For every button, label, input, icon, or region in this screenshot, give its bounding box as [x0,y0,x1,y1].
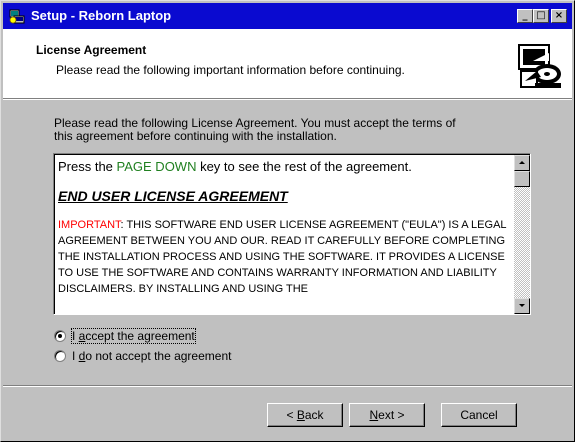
scroll-thumb[interactable] [514,171,530,187]
close-icon: × [554,10,564,21]
accept-label[interactable]: I accept the agreement [71,328,196,344]
setup-window: Setup - Reborn Laptop _ □ × License Agre… [0,0,575,442]
next-button[interactable]: Next > [349,403,425,427]
scroll-up-button[interactable] [514,155,530,171]
maximize-button[interactable]: □ [533,9,549,23]
maximize-icon: □ [536,10,546,21]
minimize-icon: _ [522,10,528,21]
cancel-button[interactable]: Cancel [441,403,517,427]
scroll-up-arrow-icon [519,161,525,164]
computer-disc-icon [518,44,561,88]
header-divider [3,98,572,100]
decline-radio[interactable] [54,350,66,362]
setup-app-icon [9,9,25,24]
wizard-header: License Agreement Please read the follow… [3,29,572,98]
back-button[interactable]: < Back [267,403,343,427]
scroll-down-button[interactable] [514,298,530,314]
radio-selected-dot [58,334,62,338]
window-title: Setup - Reborn Laptop [31,8,172,23]
minimize-button[interactable]: _ [517,9,533,23]
close-button[interactable]: × [551,9,567,23]
license-scrollbar[interactable] [514,155,530,314]
page-title: License Agreement [36,43,147,57]
eula-title: END USER LICENSE AGREEMENT [58,188,288,204]
title-bar[interactable]: Setup - Reborn Laptop _ □ × [3,3,572,29]
page-subtitle: Please read the following important info… [56,63,405,77]
decline-label[interactable]: I do not accept the agreement [72,349,231,363]
page-down-hint: Press the PAGE DOWN key to see the rest … [58,159,412,174]
scroll-down-arrow-icon [519,304,525,307]
license-text-box[interactable]: Press the PAGE DOWN key to see the rest … [53,153,531,315]
eula-body: IMPORTANT: THIS SOFTWARE END USER LICENS… [58,219,507,295]
license-content: Press the PAGE DOWN key to see the rest … [58,159,508,297]
intro-text: Please read the following License Agreem… [54,116,456,143]
accept-radio[interactable] [54,330,66,342]
footer-divider [3,385,572,387]
